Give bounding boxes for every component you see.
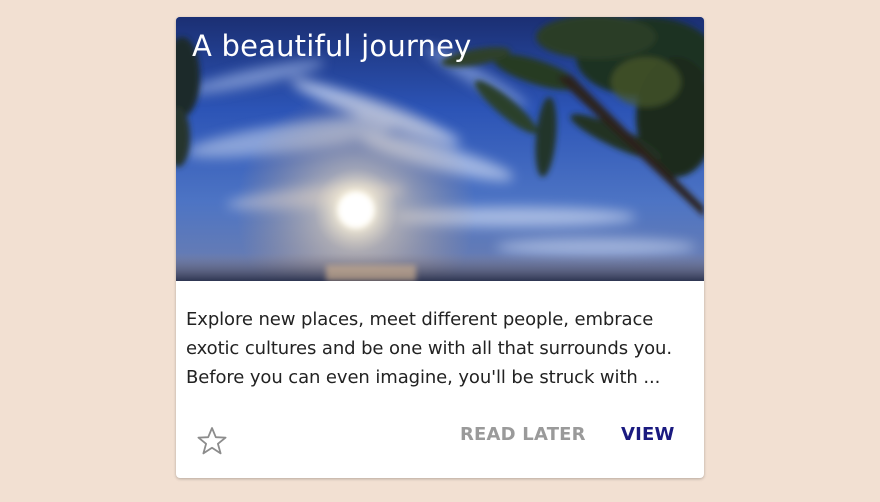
read-later-button[interactable]: READ LATER [460, 420, 586, 450]
view-button[interactable]: VIEW [621, 420, 675, 450]
star-outline-icon [197, 427, 227, 455]
card-image: A beautiful journey [176, 17, 704, 281]
description-line-1: Explore new places, meet different peopl… [186, 309, 654, 330]
favorite-button[interactable] [195, 424, 229, 458]
card-title: A beautiful journey [192, 29, 472, 63]
article-card: A beautiful journey Explore new places, … [176, 17, 704, 478]
description-line-3: Before you can even imagine, you'll be s… [186, 367, 661, 388]
card-description: Explore new places, meet different peopl… [186, 305, 698, 392]
description-line-2: exotic cultures and be one with all that… [186, 338, 672, 359]
